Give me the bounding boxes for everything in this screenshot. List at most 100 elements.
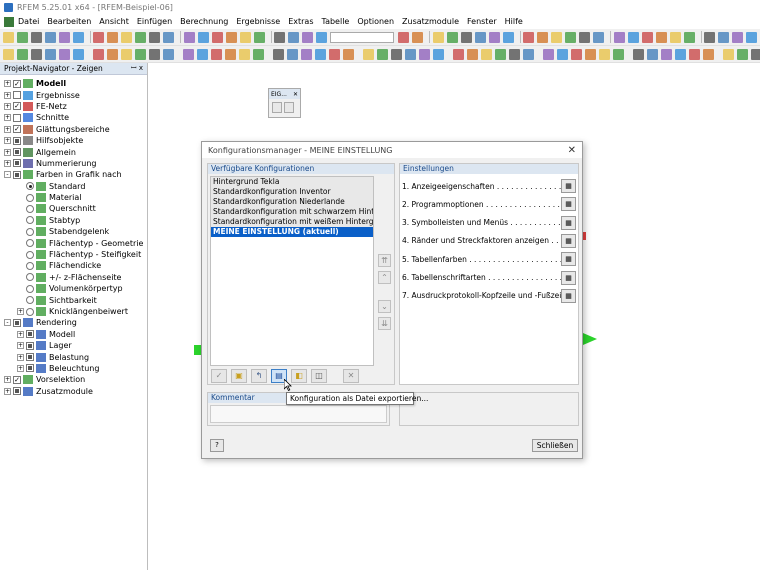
secondary-toolbar-tool-24-icon[interactable] <box>363 48 374 60</box>
secondary-toolbar-tool-9-icon[interactable] <box>135 48 146 60</box>
secondary-toolbar-tool-23-icon[interactable] <box>343 48 354 60</box>
configuration-item[interactable]: Standardkonfiguration Niederlande <box>211 197 373 207</box>
tree-item[interactable]: Sichtbarkeit <box>0 294 147 305</box>
main-toolbar-tool-13-icon[interactable] <box>197 31 209 43</box>
secondary-toolbar-tool-27-icon[interactable] <box>405 48 416 60</box>
main-toolbar-tool-20-icon[interactable] <box>302 31 314 43</box>
tree-checkbox[interactable] <box>13 387 21 396</box>
secondary-toolbar-tool-12-icon[interactable] <box>183 48 194 60</box>
secondary-toolbar-tool-30-icon[interactable] <box>453 48 464 60</box>
main-toolbar-tool-14-icon[interactable] <box>211 31 223 43</box>
tree-checkbox[interactable] <box>13 170 21 179</box>
secondary-toolbar-tool-14-icon[interactable] <box>211 48 222 60</box>
main-toolbar-tool-41-icon[interactable] <box>683 31 695 43</box>
main-toolbar-tool-10-icon[interactable] <box>149 31 161 43</box>
toolbars-menus-icon[interactable]: ▦ <box>561 215 576 230</box>
tree-radio[interactable] <box>26 273 34 282</box>
secondary-toolbar-tool-8-icon[interactable] <box>121 48 132 60</box>
menu-item-8[interactable]: Optionen <box>357 17 394 26</box>
configurations-list[interactable]: Hintergrund Tekla Standardkonfiguration I… <box>210 176 374 366</box>
configuration-item[interactable]: Hintergrund Tekla <box>211 177 373 187</box>
tree-item[interactable]: - Rendering <box>0 317 147 328</box>
tree-item[interactable]: + Modell <box>0 329 147 340</box>
expand-icon[interactable]: + <box>17 308 24 315</box>
tree-checkbox[interactable] <box>26 353 34 362</box>
menu-app-icon[interactable] <box>4 16 14 27</box>
secondary-toolbar-tool-36-icon[interactable] <box>543 48 554 60</box>
expand-icon[interactable]: + <box>4 91 11 99</box>
main-toolbar-tool-40-icon[interactable] <box>669 31 681 43</box>
menu-item-1[interactable]: Bearbeiten <box>47 17 91 26</box>
secondary-toolbar-tool-47-icon[interactable] <box>703 48 714 60</box>
tree-checkbox[interactable] <box>13 136 21 145</box>
tree-radio[interactable] <box>26 204 34 213</box>
tree-checkbox[interactable] <box>26 330 34 339</box>
secondary-toolbar-tool-45-icon[interactable] <box>675 48 686 60</box>
tree-item[interactable]: + Nummerierung <box>0 158 147 169</box>
tree-checkbox[interactable] <box>13 159 21 168</box>
tree-item[interactable]: + ✓ Modell <box>0 78 147 89</box>
floating-eig-panel[interactable]: EIG... ✕ <box>268 88 301 118</box>
apply-configuration-icon[interactable]: ✓ <box>211 369 227 383</box>
secondary-toolbar-tool-13-icon[interactable] <box>197 48 208 60</box>
secondary-toolbar-tool-31-icon[interactable] <box>467 48 478 60</box>
display-properties-icon[interactable]: ▦ <box>561 179 576 193</box>
main-toolbar-tool-26-icon[interactable] <box>460 31 472 43</box>
secondary-toolbar-tool-28-icon[interactable] <box>419 48 430 60</box>
tree-item[interactable]: Querschnitt <box>0 203 147 214</box>
main-toolbar-tool-36-icon[interactable] <box>613 31 625 43</box>
tree-checkbox[interactable] <box>13 148 21 157</box>
main-toolbar-tool-1-icon[interactable] <box>17 31 28 43</box>
tree-item[interactable]: + Lager <box>0 340 147 351</box>
move-up-icon[interactable]: ⌃ <box>378 271 391 284</box>
tree-item[interactable]: Stabendgelenk <box>0 226 147 237</box>
tree-checkbox[interactable] <box>13 113 21 122</box>
secondary-toolbar-tool-49-icon[interactable] <box>737 48 748 60</box>
expand-icon[interactable]: + <box>4 159 11 167</box>
menu-item-5[interactable]: Ergebnisse <box>236 17 280 26</box>
main-toolbar-tool-11-icon[interactable] <box>163 31 175 43</box>
secondary-toolbar-tool-46-icon[interactable] <box>689 48 700 60</box>
main-toolbar-tool-15-icon[interactable] <box>225 31 237 43</box>
tree-radio[interactable] <box>26 193 34 202</box>
main-toolbar-tool-33-icon[interactable] <box>565 31 577 43</box>
move-to-top-icon[interactable]: ⇈ <box>378 254 391 267</box>
tree-item[interactable]: Stabtyp <box>0 215 147 226</box>
secondary-toolbar-tool-5-icon[interactable] <box>73 48 84 60</box>
configuration-item[interactable]: MEINE EINSTELLUNG (aktuell) <box>211 227 373 237</box>
rename-configuration-icon[interactable]: ↰ <box>251 369 267 383</box>
borders-factors-icon[interactable]: ▦ <box>561 233 576 248</box>
expand-icon[interactable]: + <box>4 80 11 88</box>
secondary-toolbar-tool-20-icon[interactable] <box>301 48 312 60</box>
new-configuration-icon[interactable]: ▣ <box>231 369 247 383</box>
tree-item[interactable]: Flächentyp - Geometrie <box>0 237 147 248</box>
menu-item-0[interactable]: Datei <box>18 17 39 26</box>
main-toolbar-tool-7-icon[interactable] <box>107 31 119 43</box>
main-toolbar-tool-32-icon[interactable] <box>551 31 563 43</box>
main-toolbar-tool-23-icon[interactable] <box>412 31 424 43</box>
secondary-toolbar-tool-50-icon[interactable] <box>751 48 760 60</box>
tree-item[interactable]: + Allgemein <box>0 146 147 157</box>
tree-item[interactable]: + Ergebnisse <box>0 89 147 100</box>
main-toolbar-tool-30-icon[interactable] <box>523 31 535 43</box>
expand-icon[interactable]: + <box>4 114 11 122</box>
main-toolbar-tool-2-icon[interactable] <box>31 31 42 43</box>
main-toolbar-tool-19-icon[interactable] <box>288 31 300 43</box>
tree-checkbox[interactable] <box>26 364 34 373</box>
tree-radio[interactable] <box>26 296 34 305</box>
secondary-toolbar-tool-38-icon[interactable] <box>571 48 582 60</box>
menu-item-11[interactable]: Hilfe <box>505 17 523 26</box>
main-toolbar-tool-39-icon[interactable] <box>655 31 667 43</box>
configuration-item[interactable]: Standardkonfiguration mit schwarzem Hint… <box>211 207 373 217</box>
main-toolbar-tool-22-icon[interactable] <box>398 31 410 43</box>
secondary-toolbar-tool-35-icon[interactable] <box>523 48 534 60</box>
tree-checkbox[interactable]: ✓ <box>13 102 21 111</box>
tree-item[interactable]: Standard <box>0 181 147 192</box>
main-toolbar-tool-35-icon[interactable] <box>593 31 605 43</box>
main-toolbar-tool-17-icon[interactable] <box>253 31 265 43</box>
tree-radio[interactable] <box>26 261 34 270</box>
expand-icon[interactable]: + <box>4 387 11 395</box>
tree-radio[interactable] <box>26 250 34 259</box>
main-toolbar-tool-16-icon[interactable] <box>239 31 251 43</box>
expand-icon[interactable]: + <box>4 125 11 133</box>
